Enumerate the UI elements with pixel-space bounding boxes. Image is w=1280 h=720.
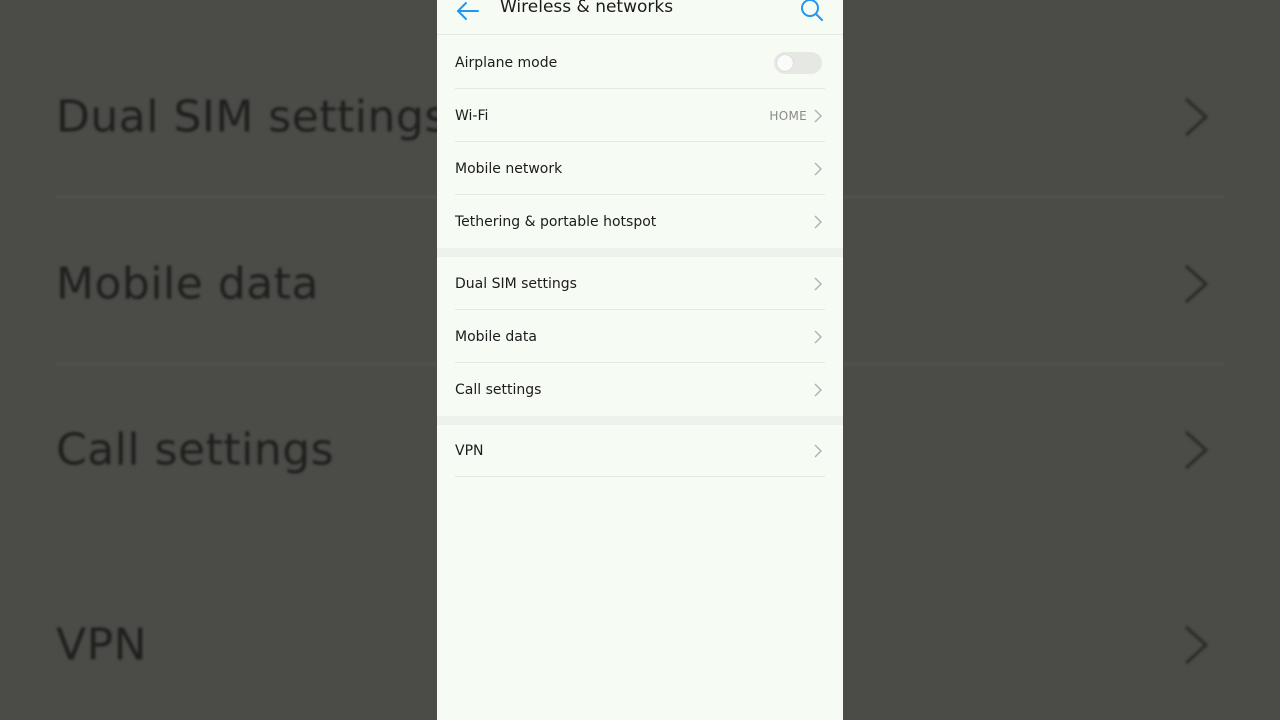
toggle-knob (777, 54, 793, 71)
settings-item-tethering[interactable]: Tethering & portable hotspot (437, 195, 843, 248)
chevron-right-icon (1184, 625, 1209, 665)
settings-group-connections: Airplane mode Wi-Fi HOME Mobile network … (437, 36, 843, 248)
settings-item-label: Mobile data (455, 328, 537, 345)
bg-row-label: Call settings (56, 424, 335, 476)
settings-item-call-settings[interactable]: Call settings (437, 363, 843, 416)
settings-group-sim: Dual SIM settings Mobile data Call setti… (437, 257, 843, 416)
settings-item-label: Tethering & portable hotspot (455, 213, 657, 230)
chevron-right-icon (814, 330, 822, 343)
chevron-right-icon (814, 444, 822, 457)
divider (455, 476, 825, 477)
settings-item-dual-sim[interactable]: Dual SIM settings (437, 257, 843, 310)
chevron-right-icon (1184, 97, 1209, 137)
settings-item-mobile-data[interactable]: Mobile data (437, 310, 843, 363)
settings-item-wifi[interactable]: Wi-Fi HOME (437, 89, 843, 142)
page-title: Wireless & networks (500, 0, 674, 17)
phone-screen: Wireless & networks Airplane mode Wi-Fi … (437, 0, 843, 720)
chevron-right-icon (814, 215, 822, 228)
chevron-right-icon (1184, 430, 1209, 470)
chevron-right-icon (814, 277, 822, 290)
chevron-right-icon (1184, 264, 1209, 304)
group-separator (437, 248, 843, 257)
chevron-right-icon (814, 162, 822, 175)
settings-item-airplane-mode[interactable]: Airplane mode (437, 36, 843, 89)
settings-item-vpn[interactable]: VPN (437, 424, 843, 477)
bg-row-label: Dual SIM settings (56, 91, 448, 143)
bg-row-label: VPN (56, 619, 148, 671)
chevron-right-icon (814, 109, 822, 122)
airplane-mode-toggle[interactable] (774, 51, 822, 74)
wifi-network-value: HOME (769, 108, 807, 123)
settings-item-label: VPN (455, 442, 484, 459)
settings-item-label: Wi-Fi (455, 107, 489, 124)
settings-item-label: Airplane mode (455, 54, 558, 71)
settings-item-mobile-network[interactable]: Mobile network (437, 142, 843, 195)
settings-item-label: Mobile network (455, 160, 563, 177)
settings-group-vpn: VPN (437, 424, 843, 477)
app-bar: Wireless & networks (437, 0, 843, 35)
settings-item-label: Call settings (455, 381, 542, 398)
search-icon[interactable] (799, 0, 825, 23)
arrow-left-icon[interactable] (455, 0, 481, 24)
chevron-right-icon (814, 383, 822, 396)
bg-row-label: Mobile data (56, 258, 319, 310)
settings-item-label: Dual SIM settings (455, 275, 577, 292)
